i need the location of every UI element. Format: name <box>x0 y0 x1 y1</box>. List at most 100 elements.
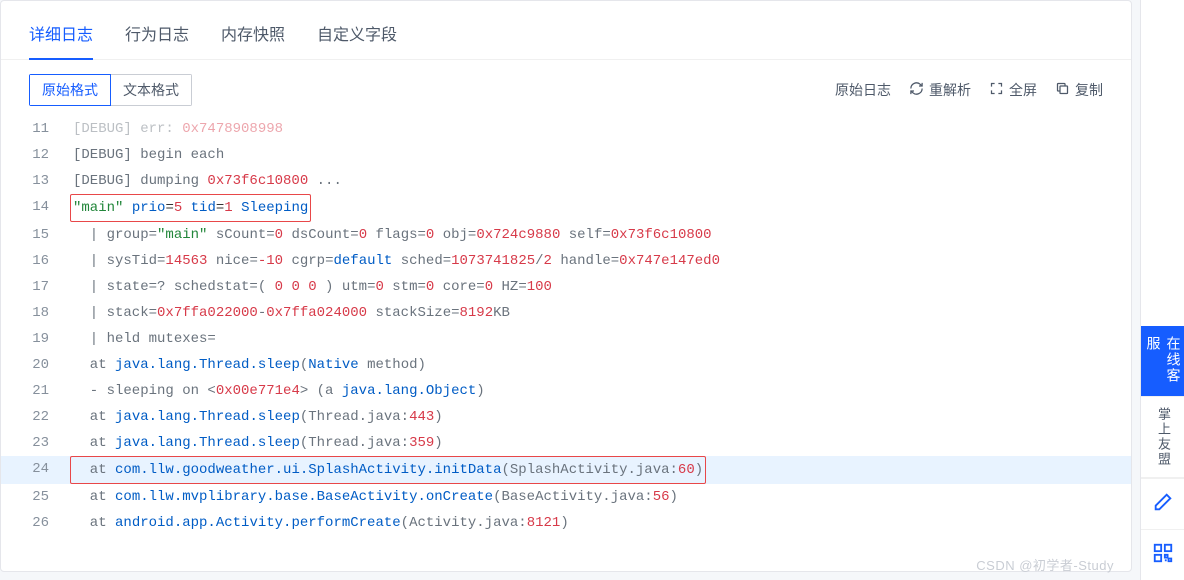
line-content: at java.lang.Thread.sleep(Thread.java:35… <box>73 430 1131 456</box>
token: ) <box>434 409 442 425</box>
line-number: 13 <box>1 168 73 194</box>
line-content: [DEBUG] begin each <box>73 142 1131 168</box>
line-number: 22 <box>1 404 73 430</box>
token: [DEBUG] begin each <box>73 147 224 163</box>
token: at <box>73 409 115 425</box>
token: -10 <box>258 253 283 269</box>
token: nice= <box>207 253 257 269</box>
code-line: 15 | group="main" sCount=0 dsCount=0 fla… <box>1 222 1131 248</box>
fullscreen-button[interactable]: 全屏 <box>989 80 1037 100</box>
format-btn-0[interactable]: 原始格式 <box>29 74 111 106</box>
tab-3[interactable]: 自定义字段 <box>317 13 397 59</box>
tabs: 详细日志行为日志内存快照自定义字段 <box>1 1 1131 60</box>
online-service-label: 在线客服 <box>1143 336 1183 386</box>
line-content: [DEBUG] dumping 0x73f6c10800 ... <box>73 168 1131 194</box>
online-service-button[interactable]: 在线客服 <box>1141 326 1184 396</box>
line-content: "main" prio=5 tid=1 Sleeping <box>73 194 1131 222</box>
side-strip: 在线客服 掌上友盟 <box>1140 0 1184 580</box>
token: 0x7478908998 <box>182 121 283 137</box>
format-toggle: 原始格式文本格式 <box>29 74 192 106</box>
token: default <box>334 253 393 269</box>
palm-umeng-button[interactable]: 掌上友盟 <box>1141 396 1184 478</box>
token: method) <box>359 357 426 373</box>
token: dsCount= <box>283 227 359 243</box>
line-number: 19 <box>1 326 73 352</box>
code-line: 23 at java.lang.Thread.sleep(Thread.java… <box>1 430 1131 456</box>
token: - sleeping on < <box>73 383 216 399</box>
line-content: at java.lang.Thread.sleep(Native method) <box>73 352 1131 378</box>
token: 0 <box>485 279 493 295</box>
line-content: | state=? schedstat=( 0 0 0 ) utm=0 stm=… <box>73 274 1131 300</box>
token: prio <box>123 200 165 216</box>
reparse-label: 重解析 <box>929 80 971 100</box>
token: core= <box>434 279 484 295</box>
token: 1 <box>224 200 232 216</box>
token: 359 <box>409 435 434 451</box>
watermark: CSDN @初学者-Study <box>976 555 1114 574</box>
token: [DEBUG] err: <box>73 121 182 137</box>
code-line: 13[DEBUG] dumping 0x73f6c10800 ... <box>1 168 1131 194</box>
code-line: 20 at java.lang.Thread.sleep(Native meth… <box>1 352 1131 378</box>
token: java.lang.Thread.sleep <box>115 409 300 425</box>
token: (SplashActivity.java: <box>501 462 677 478</box>
refresh-icon <box>909 81 924 100</box>
line-number: 20 <box>1 352 73 378</box>
token: Sleeping <box>233 200 309 216</box>
edit-icon <box>1152 491 1174 517</box>
line-number: 18 <box>1 300 73 326</box>
token: ) <box>434 435 442 451</box>
code-line: 19 | held mutexes= <box>1 326 1131 352</box>
token: 0x7ffa024000 <box>266 305 367 321</box>
line-content: | sysTid=14563 nice=-10 cgrp=default sch… <box>73 248 1131 274</box>
line-number: 25 <box>1 484 73 510</box>
token: at <box>73 435 115 451</box>
line-content: - sleeping on <0x00e771e4> (a java.lang.… <box>73 378 1131 404</box>
line-number: 17 <box>1 274 73 300</box>
token: | group= <box>73 227 157 243</box>
token: "main" <box>73 200 123 216</box>
token: 0 0 0 <box>275 279 317 295</box>
token: ) <box>476 383 484 399</box>
reparse-button[interactable]: 重解析 <box>909 80 971 100</box>
token: at <box>73 357 115 373</box>
token: 0x00e771e4 <box>216 383 300 399</box>
line-content: at android.app.Activity.performCreate(Ac… <box>73 510 1131 536</box>
token: handle= <box>552 253 619 269</box>
token: (Thread.java: <box>300 435 409 451</box>
token: 8121 <box>527 515 561 531</box>
tab-1[interactable]: 行为日志 <box>125 13 189 59</box>
token: | sysTid= <box>73 253 165 269</box>
token: (BaseActivity.java: <box>493 489 653 505</box>
token: 56 <box>653 489 670 505</box>
line-content: at com.llw.mvplibrary.base.BaseActivity.… <box>73 484 1131 510</box>
toolbar: 原始格式文本格式 原始日志 重解析 全屏 <box>1 60 1131 116</box>
copy-button[interactable]: 复制 <box>1055 80 1103 100</box>
qr-button[interactable] <box>1141 529 1184 580</box>
line-content: | group="main" sCount=0 dsCount=0 flags=… <box>73 222 1131 248</box>
token: 60 <box>678 462 695 478</box>
tab-0[interactable]: 详细日志 <box>29 13 93 59</box>
tab-2[interactable]: 内存快照 <box>221 13 285 59</box>
token: - <box>258 305 266 321</box>
token: 100 <box>527 279 552 295</box>
token: android.app.Activity.performCreate <box>115 515 401 531</box>
token: java.lang.Thread.sleep <box>115 357 300 373</box>
code-line: 17 | state=? schedstat=( 0 0 0 ) utm=0 s… <box>1 274 1131 300</box>
format-btn-1[interactable]: 文本格式 <box>111 74 192 106</box>
token: at <box>73 489 115 505</box>
token: Native <box>308 357 358 373</box>
token: stm= <box>384 279 426 295</box>
token: [DEBUG] dumping <box>73 173 207 189</box>
token: at <box>73 515 115 531</box>
token: ) <box>670 489 678 505</box>
palm-umeng-label: 掌上友盟 <box>1153 407 1172 467</box>
token: / <box>535 253 543 269</box>
code-viewer[interactable]: 11[DEBUG] err: 0x747890899812[DEBUG] beg… <box>1 116 1131 571</box>
token: | held mutexes= <box>73 331 216 347</box>
token: 1073741825 <box>451 253 535 269</box>
token: 0 <box>275 227 283 243</box>
token: at <box>73 462 115 478</box>
line-number: 14 <box>1 194 73 220</box>
edit-button[interactable] <box>1141 478 1184 529</box>
token: 0x724c9880 <box>476 227 560 243</box>
